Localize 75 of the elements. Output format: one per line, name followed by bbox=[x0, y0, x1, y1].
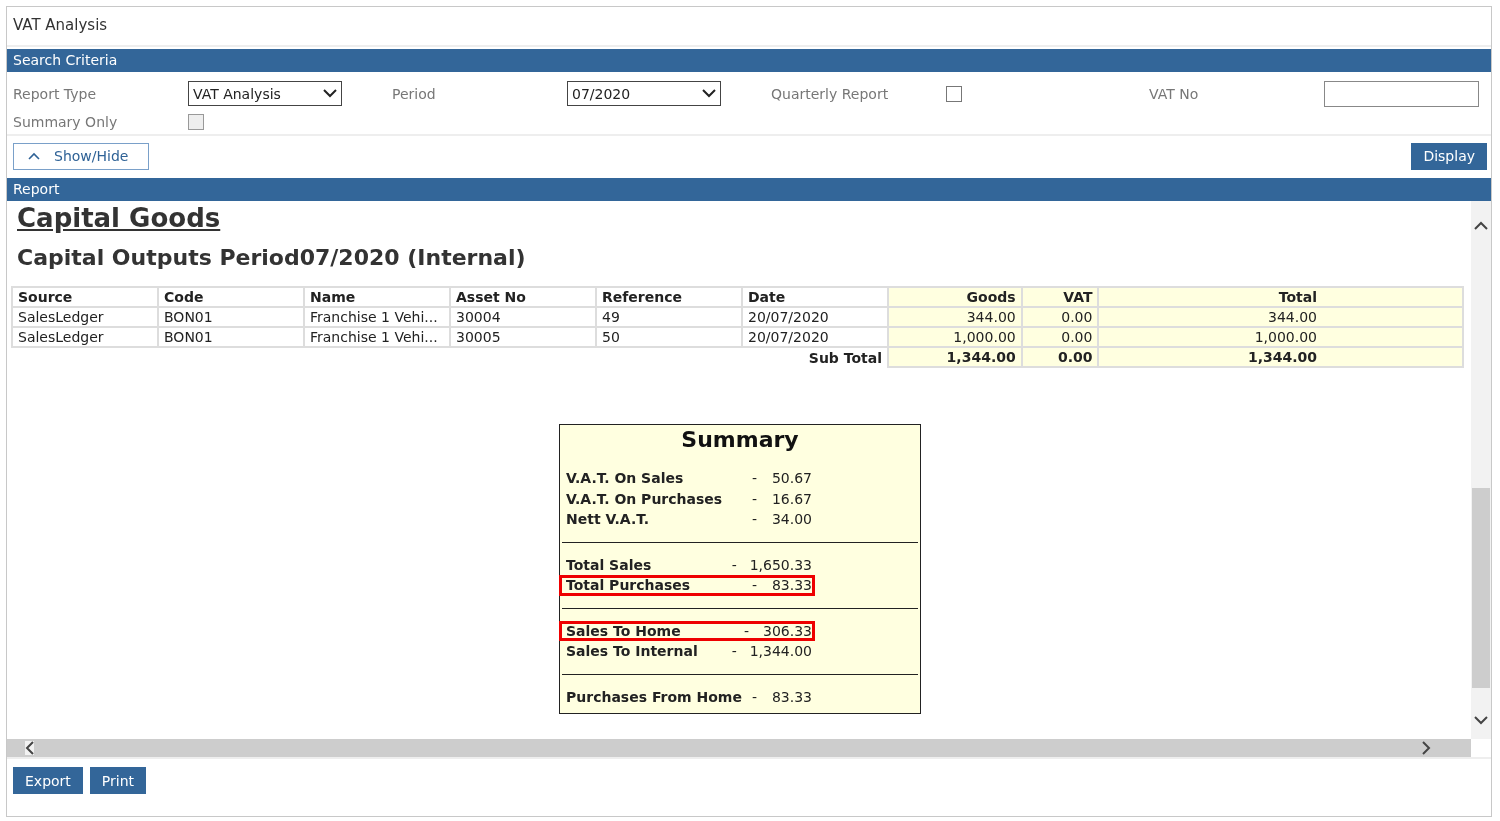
column-header: Code bbox=[158, 287, 304, 307]
chevron-left-icon[interactable] bbox=[25, 741, 34, 755]
summary-value: 16.67 bbox=[771, 490, 812, 507]
separator-dash: - bbox=[743, 622, 750, 639]
summary-label: Sales To Home bbox=[566, 622, 682, 639]
summary-label: Nett V.A.T. bbox=[566, 511, 650, 528]
chevron-right-icon[interactable] bbox=[1422, 741, 1431, 755]
summary-value: 306.33 bbox=[763, 622, 812, 639]
separator-dash: - bbox=[731, 643, 738, 660]
field-label: VAT No bbox=[1149, 85, 1200, 102]
chevron-up-icon bbox=[28, 152, 40, 160]
footer-button[interactable]: Print bbox=[89, 767, 147, 794]
field-label: Quarterly Report bbox=[771, 85, 890, 102]
chevron-down-icon[interactable] bbox=[1474, 716, 1488, 725]
summary-label: Total Sales bbox=[566, 556, 653, 573]
separator-dash: - bbox=[731, 556, 738, 573]
chevron-down-icon bbox=[323, 89, 337, 98]
table-cell: 1,344.00 bbox=[888, 347, 1022, 367]
separator-dash: - bbox=[751, 470, 758, 487]
separator-dash: - bbox=[751, 511, 758, 528]
summary-title: Summary bbox=[680, 427, 800, 452]
column-header: Date bbox=[742, 287, 888, 307]
summary-value: 1,344.00 bbox=[749, 643, 812, 660]
show-hide-button[interactable]: Show/Hide bbox=[13, 142, 150, 170]
summary-value: 83.33 bbox=[771, 577, 812, 594]
table-cell: Franchise 1 Vehi... bbox=[304, 307, 450, 327]
column-header: Asset No bbox=[450, 287, 596, 307]
vat-no-field[interactable] bbox=[1324, 80, 1479, 107]
horizontal-scrollbar[interactable] bbox=[7, 739, 1471, 757]
column-header: Goods bbox=[888, 287, 1022, 307]
chevron-down-icon bbox=[702, 89, 716, 98]
summary-label: V.A.T. On Purchases bbox=[566, 490, 724, 507]
section-header: Report bbox=[7, 178, 1491, 201]
column-header: Source bbox=[12, 287, 158, 307]
display-button[interactable]: Display bbox=[1411, 142, 1487, 170]
summary-label: V.A.T. On Sales bbox=[566, 470, 685, 487]
footer-button[interactable]: Export bbox=[13, 767, 83, 794]
section-title: Capital Goods bbox=[16, 203, 222, 233]
checkbox[interactable] bbox=[946, 85, 962, 102]
field-label: Period bbox=[392, 85, 437, 102]
vertical-scrollbar[interactable] bbox=[1471, 201, 1491, 739]
table-cell: 20/07/2020 bbox=[742, 307, 888, 327]
table-cell: BON01 bbox=[158, 307, 304, 327]
section-header: Search Criteria bbox=[7, 49, 1491, 72]
table-cell: BON01 bbox=[158, 327, 304, 347]
subtotal-label: Sub Total bbox=[12, 347, 888, 367]
summary-value: 1,650.33 bbox=[749, 556, 812, 573]
chevron-up-icon[interactable] bbox=[1474, 221, 1488, 230]
summary-value: 34.00 bbox=[771, 511, 812, 528]
column-header: Name bbox=[304, 287, 450, 307]
period-dropdown[interactable]: 07/2020 bbox=[567, 81, 721, 106]
column-header: Reference bbox=[596, 287, 742, 307]
column-header: VAT bbox=[1021, 287, 1099, 307]
summary-value: 50.67 bbox=[771, 470, 812, 487]
separator-dash: - bbox=[751, 688, 758, 705]
field-label: Report Type bbox=[13, 85, 97, 102]
table-cell: 49 bbox=[596, 307, 742, 327]
table-cell: 30004 bbox=[450, 307, 596, 327]
report-type-dropdown[interactable]: VAT Analysis bbox=[188, 81, 342, 106]
separator-dash: - bbox=[751, 490, 758, 507]
table-cell: SalesLedger bbox=[12, 327, 158, 347]
table-cell: 50 bbox=[596, 327, 742, 347]
summary-label: Sales To Internal bbox=[566, 643, 699, 660]
summary-label: Purchases From Home bbox=[566, 688, 743, 705]
column-header: Total bbox=[1098, 287, 1463, 307]
table-cell: 20/07/2020 bbox=[742, 327, 888, 347]
window-title: VAT Analysis bbox=[7, 7, 1491, 47]
table-cell: 30005 bbox=[450, 327, 596, 347]
field-label: Summary Only bbox=[13, 114, 119, 130]
table-cell: SalesLedger bbox=[12, 307, 158, 327]
summary-value: 83.33 bbox=[771, 688, 812, 705]
separator-dash: - bbox=[751, 577, 758, 594]
summary-label: Total Purchases bbox=[566, 577, 692, 594]
report-subtitle: Capital Outputs Period07/2020 (Internal) bbox=[17, 245, 527, 270]
table-cell: Franchise 1 Vehi... bbox=[304, 327, 450, 347]
